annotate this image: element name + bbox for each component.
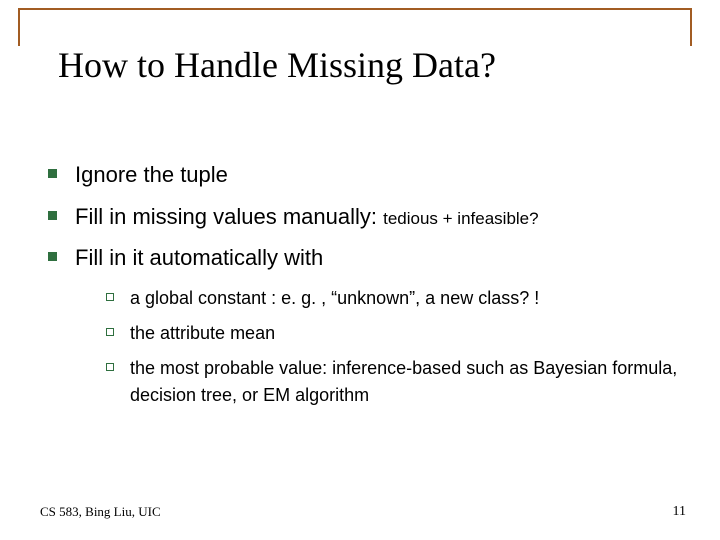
sub-list-item: the most probable value: inference-based… <box>106 355 678 409</box>
list-item: Fill in missing values manually: tedious… <box>48 202 678 232</box>
list-item: Fill in it automatically with <box>48 243 678 273</box>
sub-list-item: a global constant : e. g. , “unknown”, a… <box>106 285 678 312</box>
slide-body: Ignore the tuple Fill in missing values … <box>48 160 678 417</box>
sub-list-item: the attribute mean <box>106 320 678 347</box>
footer-page-number: 11 <box>673 504 686 520</box>
hollow-square-bullet-icon <box>106 293 114 301</box>
list-item-main: Fill in it automatically with <box>75 245 323 270</box>
footer-course-info: CS 583, Bing Liu, UIC <box>40 504 161 520</box>
slide-accent-frame <box>18 8 692 46</box>
square-bullet-icon <box>48 211 57 220</box>
sub-list: a global constant : e. g. , “unknown”, a… <box>106 285 678 409</box>
hollow-square-bullet-icon <box>106 328 114 336</box>
square-bullet-icon <box>48 252 57 261</box>
slide-title: How to Handle Missing Data? <box>58 44 496 86</box>
square-bullet-icon <box>48 169 57 178</box>
list-item-note: tedious + infeasible? <box>383 209 538 228</box>
list-item-text: Fill in it automatically with <box>75 243 323 273</box>
sub-list-item-text: a global constant : e. g. , “unknown”, a… <box>130 285 539 312</box>
sub-list-item-text: the most probable value: inference-based… <box>130 355 678 409</box>
list-item-main: Fill in missing values manually: <box>75 204 383 229</box>
list-item: Ignore the tuple <box>48 160 678 190</box>
list-item-text: Ignore the tuple <box>75 160 228 190</box>
hollow-square-bullet-icon <box>106 363 114 371</box>
list-item-main: Ignore the tuple <box>75 162 228 187</box>
sub-list-item-text: the attribute mean <box>130 320 275 347</box>
list-item-text: Fill in missing values manually: tedious… <box>75 202 539 232</box>
